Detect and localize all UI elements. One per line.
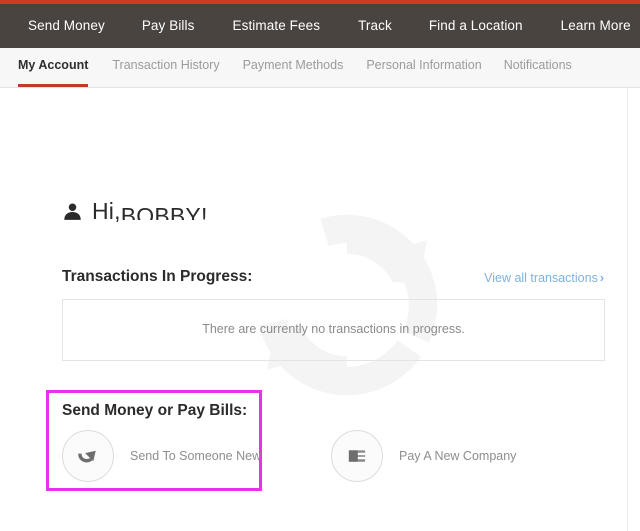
tab-transaction-history[interactable]: Transaction History <box>112 48 219 88</box>
view-all-transactions-link[interactable]: View all transactions › <box>484 271 604 285</box>
greeting-user-name: BOBBY! <box>120 202 208 220</box>
nav-item-send-money[interactable]: Send Money <box>28 4 105 48</box>
tab-notifications-label: Notifications <box>503 58 572 72</box>
page-content: Hi, BOBBY! Transactions In Progress: Vie… <box>0 88 640 531</box>
tab-personal-information-label: Personal Information <box>366 58 482 72</box>
greeting-salutation: Hi, <box>92 197 121 224</box>
tab-payment-methods-label: Payment Methods <box>242 58 344 72</box>
action-send-to-someone-new-label: Send To Someone New <box>130 449 262 463</box>
greeting-name-clip: BOBBY! <box>121 203 208 220</box>
tab-transaction-history-label: Transaction History <box>112 58 220 72</box>
tab-my-account[interactable]: My Account <box>18 48 89 88</box>
tab-active-underline <box>18 84 89 87</box>
tab-personal-information[interactable]: Personal Information <box>366 48 481 88</box>
nav-item-estimate-fees[interactable]: Estimate Fees <box>232 4 320 48</box>
send-or-pay-heading: Send Money or Pay Bills: <box>62 402 248 419</box>
tab-payment-methods[interactable]: Payment Methods <box>243 48 344 88</box>
nav-item-find-a-location[interactable]: Find a Location <box>429 4 523 48</box>
content-right-edge <box>627 88 628 531</box>
greeting: Hi, BOBBY! <box>62 195 208 227</box>
wallet-icon <box>331 430 383 482</box>
account-tab-bar: My Account Transaction History Payment M… <box>0 48 640 88</box>
transactions-in-progress-heading: Transactions In Progress: <box>62 268 253 285</box>
view-all-transactions-label: View all transactions <box>484 271 598 285</box>
tab-my-account-label: My Account <box>18 58 89 72</box>
person-icon <box>62 201 83 223</box>
action-pay-a-new-company-label: Pay A New Company <box>399 449 517 463</box>
main-navigation-bar: Send Money Pay Bills Estimate Fees Track… <box>0 4 640 48</box>
nav-item-track[interactable]: Track <box>358 4 392 48</box>
transactions-empty-message: There are currently no transactions in p… <box>202 322 465 336</box>
tab-notifications[interactable]: Notifications <box>504 48 572 88</box>
action-send-to-someone-new[interactable]: Send To Someone New <box>62 430 261 482</box>
action-pay-a-new-company[interactable]: Pay A New Company <box>331 430 516 482</box>
nav-item-pay-bills[interactable]: Pay Bills <box>142 4 195 48</box>
transactions-empty-panel: There are currently no transactions in p… <box>62 299 605 361</box>
chevron-right-icon: › <box>599 271 604 285</box>
nav-item-learn-more[interactable]: Learn More <box>561 4 631 48</box>
send-arrow-icon <box>62 430 114 482</box>
